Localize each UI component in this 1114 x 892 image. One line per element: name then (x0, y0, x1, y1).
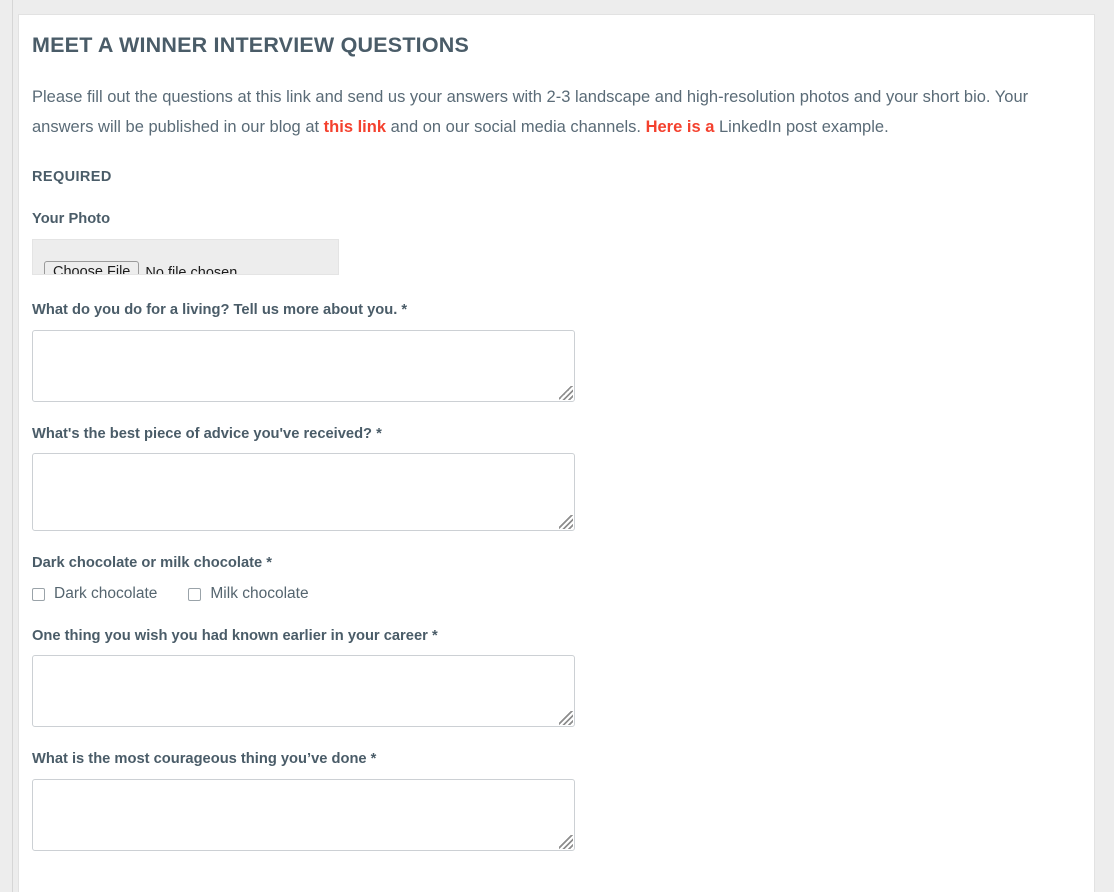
question-3-label: Dark chocolate or milk chocolate * (32, 555, 1064, 573)
question-3-required-star: * (266, 555, 272, 572)
question-1-input-wrap (32, 329, 575, 402)
question-5-input-wrap (32, 778, 575, 851)
question-4-textarea[interactable] (32, 655, 575, 728)
question-4-required-star: * (431, 627, 438, 644)
question-5-label: What is the most courageous thing you’ve… (32, 751, 1064, 769)
intro-text-part-2: and on our social media channels. (386, 118, 646, 137)
question-1-textarea[interactable] (32, 329, 575, 402)
required-section-heading: REQUIRED (32, 168, 112, 185)
page-left-gutter (0, 0, 13, 892)
chocolate-choice-group: Dark chocolate Milk chocolate (32, 585, 1064, 604)
field-question-3: Dark chocolate or milk chocolate * Dark … (32, 555, 1064, 603)
file-upload-row: Choose File No file chosen (44, 261, 237, 275)
file-chosen-status: No file chosen (145, 264, 238, 276)
browser-viewport: MEET A WINNER INTERVIEW QUESTIONS Please… (0, 0, 1114, 892)
question-2-input-wrap (32, 453, 575, 532)
field-question-4: One thing you wish you had known earlier… (32, 628, 1064, 728)
question-3-label-text: Dark chocolate or milk chocolate (32, 555, 263, 572)
checkbox-option-milk-chocolate[interactable]: Milk chocolate (188, 585, 309, 604)
question-4-input-wrap (32, 655, 575, 728)
question-1-label-text: What do you do for a living? Tell us mor… (32, 302, 398, 319)
question-1-required-star: * (401, 302, 408, 319)
question-2-required-star: * (376, 425, 382, 442)
checkbox-label-dark-chocolate: Dark chocolate (54, 585, 158, 603)
question-2-label: What's the best piece of advice you've r… (32, 426, 1064, 444)
question-5-label-text: What is the most courageous thing you’ve… (32, 751, 367, 768)
question-5-textarea[interactable] (32, 778, 575, 851)
field-question-5: What is the most courageous thing you’ve… (32, 751, 1064, 851)
page-title: MEET A WINNER INTERVIEW QUESTIONS (32, 33, 470, 57)
file-upload-box[interactable]: Choose File No file chosen (32, 239, 339, 276)
field-question-2: What's the best piece of advice you've r… (32, 426, 1064, 532)
question-5-required-star: * (370, 751, 377, 768)
intro-text-part-3: LinkedIn post example. (714, 118, 889, 137)
field-question-1: What do you do for a living? Tell us mor… (32, 302, 1064, 402)
checkbox-option-dark-chocolate[interactable]: Dark chocolate (32, 585, 157, 604)
checkbox-icon[interactable] (188, 587, 202, 601)
field-your-photo: Your Photo Choose File No file chosen (32, 211, 1064, 276)
here-is-a-link[interactable]: Here is a (646, 118, 715, 136)
this-link-link[interactable]: this link (324, 118, 386, 136)
checkbox-label-milk-chocolate: Milk chocolate (210, 585, 309, 603)
intro-paragraph: Please fill out the questions at this li… (32, 82, 1062, 143)
form-card: MEET A WINNER INTERVIEW QUESTIONS Please… (18, 14, 1095, 892)
question-1-label: What do you do for a living? Tell us mor… (32, 302, 1064, 320)
question-4-label-text: One thing you wish you had known earlier… (32, 627, 428, 644)
question-4-label: One thing you wish you had known earlier… (32, 628, 1064, 646)
question-2-label-text: What's the best piece of advice you've r… (32, 425, 373, 442)
choose-file-button[interactable]: Choose File (44, 261, 140, 275)
question-2-textarea[interactable] (32, 453, 575, 532)
your-photo-label: Your Photo (32, 210, 111, 227)
checkbox-icon[interactable] (32, 587, 45, 601)
